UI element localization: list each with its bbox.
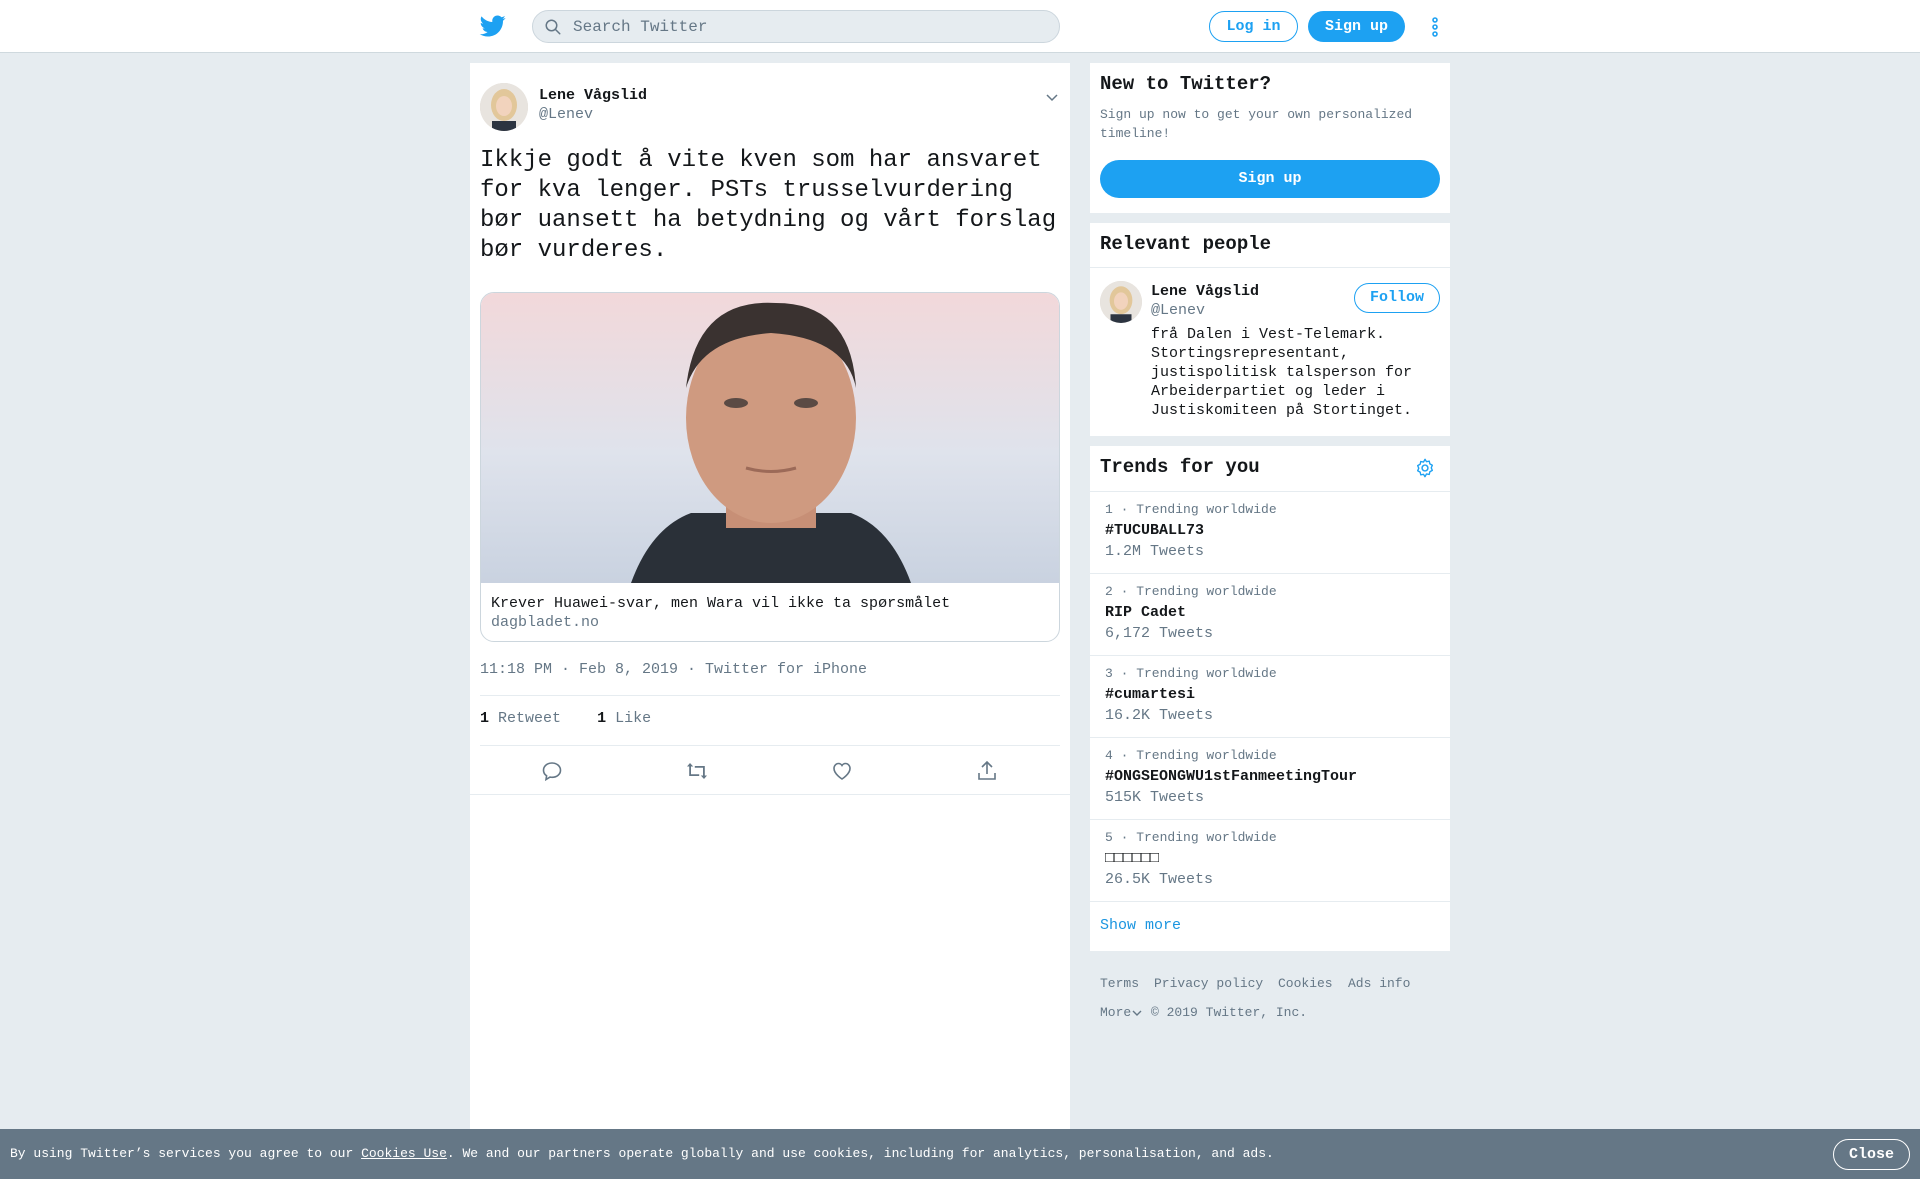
- cookie-consent-bar: By using Twitter’s services you agree to…: [0, 1129, 1920, 1179]
- reply-icon[interactable]: [540, 759, 564, 783]
- trend-item[interactable]: 1 · Trending worldwide #TUCUBALL73 1.2M …: [1090, 491, 1450, 573]
- relevant-people-title: Relevant people: [1100, 233, 1272, 255]
- person-handle[interactable]: @Lenev: [1151, 302, 1205, 319]
- footer-privacy-link[interactable]: Privacy policy: [1154, 976, 1263, 991]
- twitter-bird-icon[interactable]: [478, 13, 508, 39]
- trends-title: Trends for you: [1100, 456, 1260, 478]
- footer-terms-link[interactable]: Terms: [1100, 976, 1139, 991]
- person-avatar[interactable]: [1100, 281, 1142, 323]
- author-name[interactable]: Lene Vågslid: [539, 87, 647, 104]
- new-to-twitter-subtitle: Sign up now to get your own personalized…: [1100, 107, 1413, 141]
- card-title[interactable]: Krever Huawei-svar, men Wara vil ikke ta…: [491, 595, 950, 612]
- relevant-people-panel: Relevant people Lene Vågslid @Lenev Foll…: [1090, 223, 1450, 436]
- sidebar-signup-button[interactable]: Sign up: [1100, 160, 1440, 198]
- divider: [1090, 267, 1450, 268]
- search-icon: [545, 19, 561, 35]
- show-more-link[interactable]: Show more: [1100, 917, 1181, 934]
- trend-meta: 1 · Trending worldwide: [1105, 502, 1277, 517]
- follow-button[interactable]: Follow: [1354, 283, 1440, 313]
- settings-gear-icon[interactable]: [1414, 457, 1436, 479]
- trend-item[interactable]: 5 · Trending worldwide □□□□□□ 26.5K Twee…: [1090, 819, 1450, 901]
- tweet-text: Ikkje godt å vite kven som har ansvaret …: [480, 147, 1057, 264]
- new-to-twitter-title: New to Twitter?: [1100, 73, 1272, 95]
- divider: [480, 745, 1060, 746]
- like-icon[interactable]: [830, 759, 854, 783]
- card-domain: dagbladet.no: [491, 614, 600, 631]
- trend-name: #cumartesi: [1105, 686, 1196, 703]
- cookie-text: By using Twitter’s services you agree to…: [10, 1146, 1274, 1161]
- divider: [1090, 901, 1450, 902]
- login-button[interactable]: Log in: [1209, 11, 1298, 42]
- trend-count: 1.2M Tweets: [1105, 543, 1205, 560]
- divider: [480, 695, 1060, 696]
- tweet-detail: Lene Vågslid @Lenev Ikkje godt å vite kv…: [470, 63, 1070, 1179]
- search-input[interactable]: [573, 16, 1043, 38]
- signup-button[interactable]: Sign up: [1308, 11, 1405, 42]
- retweets-label: Retweet: [498, 710, 562, 727]
- retweet-icon[interactable]: [685, 759, 709, 783]
- trend-meta: 2 · Trending worldwide: [1105, 584, 1277, 599]
- cookies-use-link[interactable]: Cookies Use: [361, 1146, 447, 1161]
- link-card[interactable]: Krever Huawei-svar, men Wara vil ikke ta…: [480, 292, 1060, 642]
- cookie-text-before: By using Twitter’s services you agree to…: [10, 1146, 362, 1161]
- like-stat[interactable]: 1 Like: [597, 710, 651, 727]
- share-icon[interactable]: [975, 759, 999, 783]
- cookie-text-after: . We and our partners operate globally a…: [446, 1146, 1274, 1161]
- person-name[interactable]: Lene Vågslid: [1151, 283, 1259, 300]
- retweet-stat[interactable]: 1 Retweet: [480, 710, 561, 727]
- trends-panel: Trends for you 1 · Trending worldwide #T…: [1090, 446, 1450, 951]
- trend-item[interactable]: 2 · Trending worldwide RIP Cadet 6,172 T…: [1090, 573, 1450, 655]
- retweets-count: 1: [480, 710, 490, 727]
- copyright: © 2019 Twitter, Inc.: [1151, 1005, 1308, 1020]
- trend-name: #TUCUBALL73: [1105, 522, 1205, 539]
- likes-label: Like: [615, 710, 652, 727]
- footer-cookies-link[interactable]: Cookies: [1278, 976, 1333, 991]
- new-to-twitter-panel: New to Twitter? Sign up now to get your …: [1090, 63, 1450, 213]
- footer-ads-info-link[interactable]: Ads info: [1348, 976, 1410, 991]
- trend-meta: 4 · Trending worldwide: [1105, 748, 1277, 763]
- divider: [470, 794, 1070, 795]
- trend-item[interactable]: 3 · Trending worldwide #cumartesi 16.2K …: [1090, 655, 1450, 737]
- footer-more-label: More: [1100, 1005, 1132, 1020]
- trend-count: 26.5K Tweets: [1105, 871, 1214, 888]
- author-avatar[interactable]: [480, 83, 528, 131]
- tweet-timestamp[interactable]: 11:18 PM · Feb 8, 2019 · Twitter for iPh…: [480, 661, 867, 678]
- trend-name: □□□□□□: [1105, 850, 1160, 867]
- chevron-down-icon: [1132, 1010, 1142, 1016]
- more-vertical-icon[interactable]: [1428, 15, 1442, 39]
- trend-count: 6,172 Tweets: [1105, 625, 1214, 642]
- trend-meta: 3 · Trending worldwide: [1105, 666, 1277, 681]
- top-navigation-bar: Log in Sign up: [0, 0, 1920, 53]
- tweet-stats: 1 Retweet 1 Like: [480, 710, 651, 727]
- footer-more-link[interactable]: More: [1100, 1005, 1143, 1020]
- footer-row: More © 2019 Twitter, Inc.: [1100, 1005, 1307, 1020]
- search-box[interactable]: [532, 10, 1060, 43]
- trend-count: 515K Tweets: [1105, 789, 1205, 806]
- trend-name: #ONGSEONGWU1stFanmeetingTour: [1105, 768, 1358, 785]
- author-handle[interactable]: @Lenev: [539, 106, 593, 123]
- trend-meta: 5 · Trending worldwide: [1105, 830, 1277, 845]
- trend-count: 16.2K Tweets: [1105, 707, 1214, 724]
- trend-name: RIP Cadet: [1105, 604, 1187, 621]
- likes-count: 1: [597, 710, 607, 727]
- trend-item[interactable]: 4 · Trending worldwide #ONGSEONGWU1stFan…: [1090, 737, 1450, 819]
- chevron-down-icon[interactable]: [1045, 90, 1059, 104]
- person-bio: frå Dalen i Vest-Telemark. Stortingsrepr…: [1151, 326, 1413, 419]
- close-button[interactable]: Close: [1833, 1139, 1910, 1170]
- card-image[interactable]: [481, 293, 1059, 583]
